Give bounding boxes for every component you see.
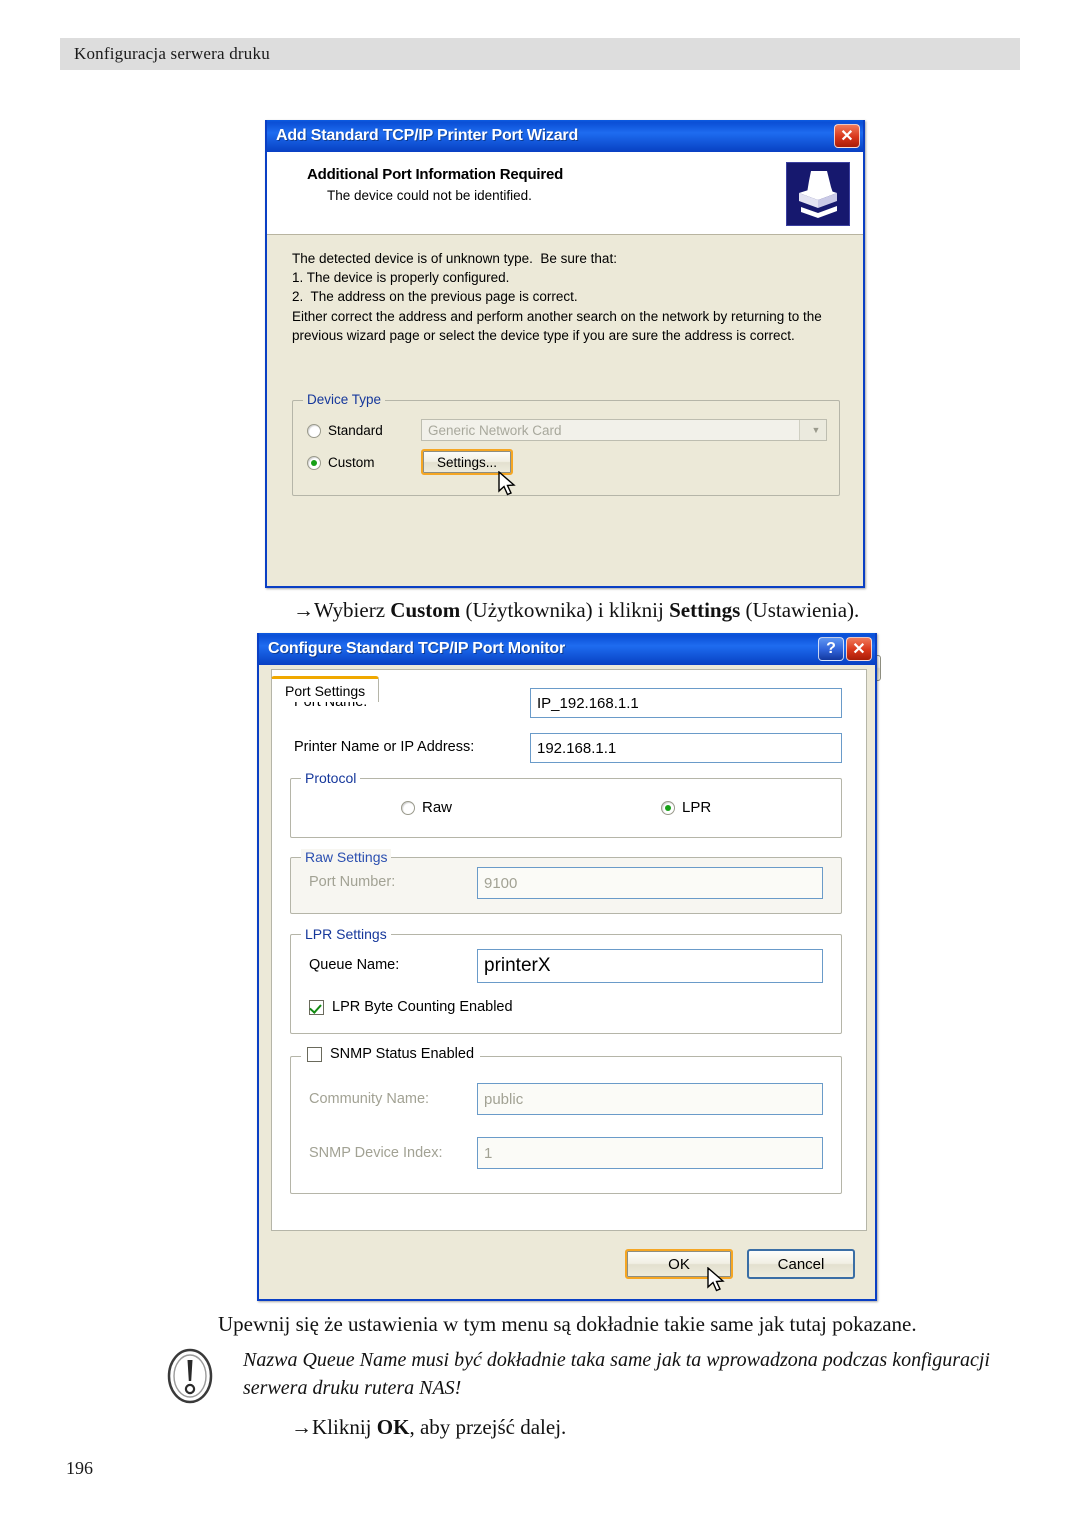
snmp-device-index-input: 1 bbox=[477, 1137, 823, 1169]
wizard-body: The detected device is of unknown type. … bbox=[267, 235, 881, 701]
protocol-group-label: Protocol bbox=[301, 770, 361, 786]
checkbox-unchecked-icon[interactable] bbox=[307, 1046, 322, 1062]
snmp-device-index-label: SNMP Device Index: bbox=[309, 1145, 443, 1161]
caption-1-bold-custom: Custom bbox=[390, 598, 461, 622]
port-number-input: 9100 bbox=[477, 867, 823, 899]
radio-standard-icon[interactable] bbox=[307, 423, 321, 438]
monitor-title: Configure Standard TCP/IP Port Monitor bbox=[268, 640, 565, 657]
ok-button[interactable]: OK bbox=[625, 1249, 733, 1279]
wizard-header-area: Additional Port Information Required The… bbox=[267, 152, 863, 235]
help-icon[interactable]: ? bbox=[818, 637, 844, 661]
page-number: 196 bbox=[66, 1458, 93, 1478]
warning-exclamation-icon bbox=[167, 1348, 213, 1404]
wizard-title: Add Standard TCP/IP Printer Port Wizard bbox=[276, 127, 579, 144]
arrow-icon: → bbox=[293, 598, 314, 622]
printer-name-label: Printer Name or IP Address: bbox=[294, 739, 475, 755]
printer-name-input[interactable]: 192.168.1.1 bbox=[530, 733, 842, 763]
radio-lpr-icon[interactable] bbox=[661, 800, 675, 815]
wizard-heading: Additional Port Information Required bbox=[307, 166, 564, 183]
tab-port-settings[interactable]: Port Settings bbox=[271, 676, 380, 702]
close-icon[interactable]: ✕ bbox=[846, 637, 872, 661]
protocol-groupbox: Protocol Raw LPR bbox=[290, 770, 842, 838]
cancel-button[interactable]: Cancel bbox=[747, 1249, 855, 1279]
lpr-byte-counting-checkbox-row[interactable]: LPR Byte Counting Enabled bbox=[309, 999, 513, 1015]
device-type-group-label: Device Type bbox=[303, 392, 386, 407]
checkbox-checked-icon[interactable] bbox=[309, 999, 324, 1015]
raw-settings-groupbox: Raw Settings Port Number: 9100 bbox=[290, 849, 842, 914]
snmp-status-checkbox-row[interactable]: SNMP Status Enabled bbox=[301, 1046, 481, 1062]
caption-1-pre: Wybierz bbox=[314, 598, 391, 622]
caption-1-bold-settings: Settings bbox=[669, 598, 741, 622]
caption-click-ok: →Kliknij OK, aby przejść dalej. bbox=[291, 1415, 566, 1440]
radio-custom[interactable]: Custom bbox=[307, 455, 375, 470]
community-name-input: public bbox=[477, 1083, 823, 1115]
note-text: Nazwa Queue Name musi być dokładnie taka… bbox=[243, 1349, 990, 1399]
lpr-byte-counting-label: LPR Byte Counting Enabled bbox=[332, 999, 513, 1015]
lpr-settings-group-label: LPR Settings bbox=[301, 926, 391, 942]
queue-name-label: Queue Name: bbox=[309, 957, 400, 973]
caption-verify-settings: Upewnij się że ustawienia w tym menu są … bbox=[218, 1312, 917, 1336]
lpr-settings-groupbox: LPR Settings Queue Name: printerX LPR By… bbox=[290, 926, 842, 1034]
wizard-subheading: The device could not be identified. bbox=[327, 188, 532, 203]
radio-lpr[interactable]: LPR bbox=[661, 799, 711, 816]
caption-3-post: , aby przejść dalej. bbox=[409, 1415, 567, 1439]
configure-port-monitor-dialog: Configure Standard TCP/IP Port Monitor ?… bbox=[257, 633, 877, 1301]
caption-1-mid: (Użytkownika) i kliknij bbox=[460, 598, 670, 622]
port-name-input[interactable]: IP_192.168.1.1 bbox=[530, 688, 842, 718]
settings-button[interactable]: Settings... bbox=[421, 449, 513, 475]
add-tcpip-printer-port-wizard-dialog: Add Standard TCP/IP Printer Port Wizard … bbox=[265, 120, 881, 681]
radio-custom-icon[interactable] bbox=[307, 455, 321, 470]
caption-3-pre: Kliknij bbox=[312, 1415, 377, 1439]
chevron-down-icon[interactable]: ▼ bbox=[799, 420, 826, 440]
queue-name-input[interactable]: printerX bbox=[477, 949, 823, 983]
printer-icon bbox=[786, 162, 850, 226]
radio-custom-label: Custom bbox=[328, 455, 375, 470]
radio-standard[interactable]: Standard bbox=[307, 423, 383, 438]
close-icon[interactable]: ✕ bbox=[834, 124, 860, 148]
snmp-settings-groupbox: SNMP Status Enabled Community Name: publ… bbox=[290, 1046, 842, 1194]
radio-raw-icon[interactable] bbox=[401, 800, 415, 815]
wizard-body-text-2: Either correct the address and perform a… bbox=[292, 309, 826, 343]
caption-1-post: (Ustawienia). bbox=[740, 598, 860, 622]
raw-settings-group-label: Raw Settings bbox=[301, 849, 392, 865]
community-name-label: Community Name: bbox=[309, 1091, 430, 1107]
page-header-title: Konfiguracja serwera druku bbox=[74, 44, 270, 63]
monitor-titlebar[interactable]: Configure Standard TCP/IP Port Monitor ?… bbox=[259, 633, 875, 665]
device-type-groupbox: Device Type Standard Generic Network Car… bbox=[292, 392, 840, 496]
caption-3-bold-ok: OK bbox=[376, 1415, 410, 1439]
wizard-body-text-1: The detected device is of unknown type. … bbox=[292, 251, 617, 304]
caption-select-custom: →Wybierz Custom (Użytkownika) i kliknij … bbox=[293, 598, 859, 623]
radio-raw[interactable]: Raw bbox=[401, 799, 452, 816]
port-number-label: Port Number: bbox=[309, 874, 396, 890]
arrow-icon: → bbox=[291, 1415, 312, 1439]
radio-standard-label: Standard bbox=[328, 423, 383, 438]
snmp-status-label: SNMP Status Enabled bbox=[330, 1046, 475, 1062]
radio-lpr-label: LPR bbox=[682, 799, 712, 816]
port-settings-panel: Port Name: IP_192.168.1.1 Printer Name o… bbox=[271, 669, 867, 1231]
radio-raw-label: Raw bbox=[422, 799, 453, 816]
device-type-combo[interactable]: Generic Network Card ▼ bbox=[421, 419, 827, 441]
wizard-titlebar[interactable]: Add Standard TCP/IP Printer Port Wizard … bbox=[267, 120, 863, 152]
device-type-combo-value: Generic Network Card bbox=[428, 422, 562, 438]
